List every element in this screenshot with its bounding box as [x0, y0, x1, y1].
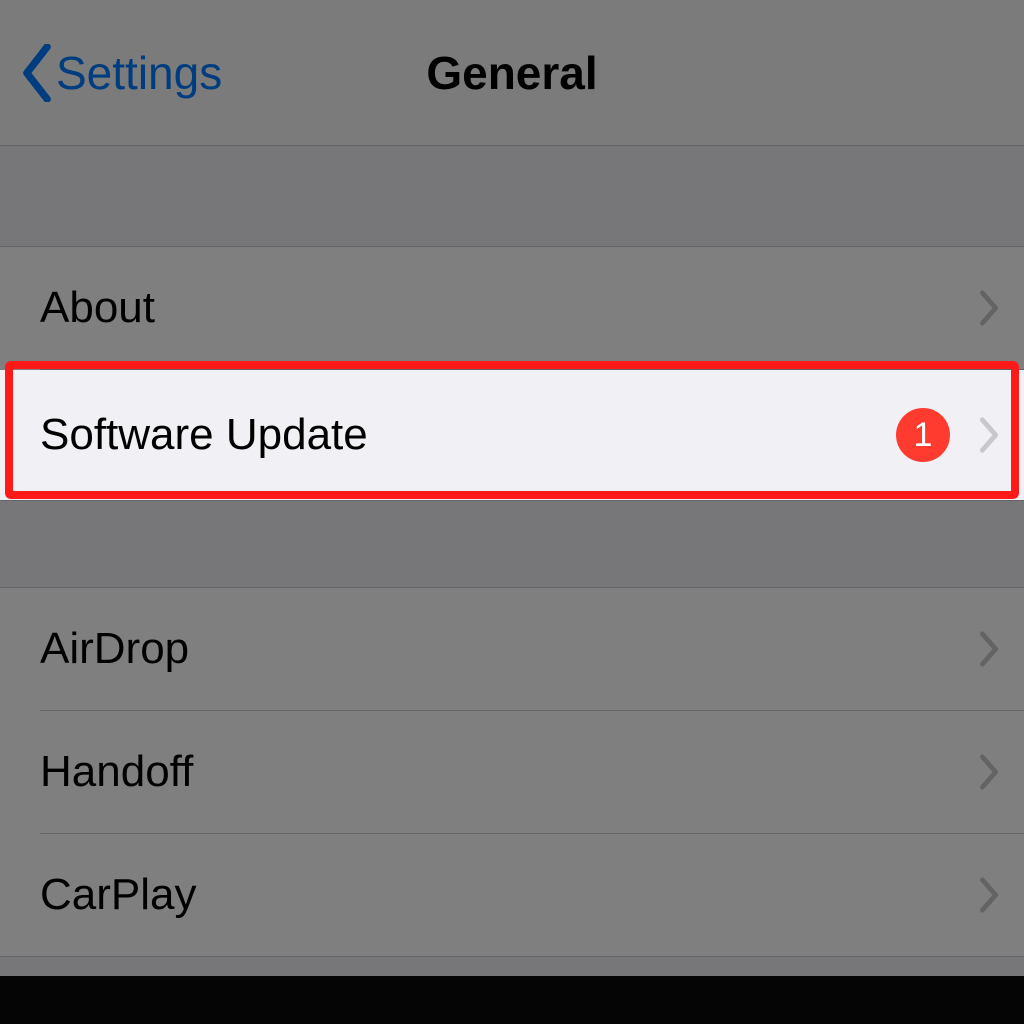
- group-gap: [0, 146, 1024, 246]
- row-carplay[interactable]: CarPlay: [0, 834, 1024, 956]
- bottom-strip: [0, 976, 1024, 1024]
- row-label-handoff: Handoff: [40, 747, 978, 797]
- chevron-right-icon: [978, 289, 1000, 327]
- notification-badge: 1: [896, 408, 950, 462]
- row-handoff[interactable]: Handoff: [0, 711, 1024, 833]
- settings-general-screen: Settings General About Software Update 1: [0, 0, 1024, 1024]
- row-software-update[interactable]: Software Update 1: [0, 370, 1024, 500]
- nav-bar: Settings General: [0, 0, 1024, 146]
- chevron-right-icon: [978, 416, 1000, 454]
- row-airdrop[interactable]: AirDrop: [0, 588, 1024, 710]
- chevron-right-icon: [978, 876, 1000, 914]
- section-continuity: AirDrop Handoff CarPlay: [0, 587, 1024, 957]
- row-label-airdrop: AirDrop: [40, 624, 978, 674]
- chevron-right-icon: [978, 753, 1000, 791]
- row-about[interactable]: About: [0, 247, 1024, 369]
- row-label-software-update: Software Update: [40, 410, 896, 460]
- chevron-right-icon: [978, 630, 1000, 668]
- group-gap: [0, 501, 1024, 587]
- row-label-about: About: [40, 283, 978, 333]
- section-device: About Software Update 1: [0, 246, 1024, 501]
- row-label-carplay: CarPlay: [40, 870, 978, 920]
- page-title: General: [0, 46, 1024, 100]
